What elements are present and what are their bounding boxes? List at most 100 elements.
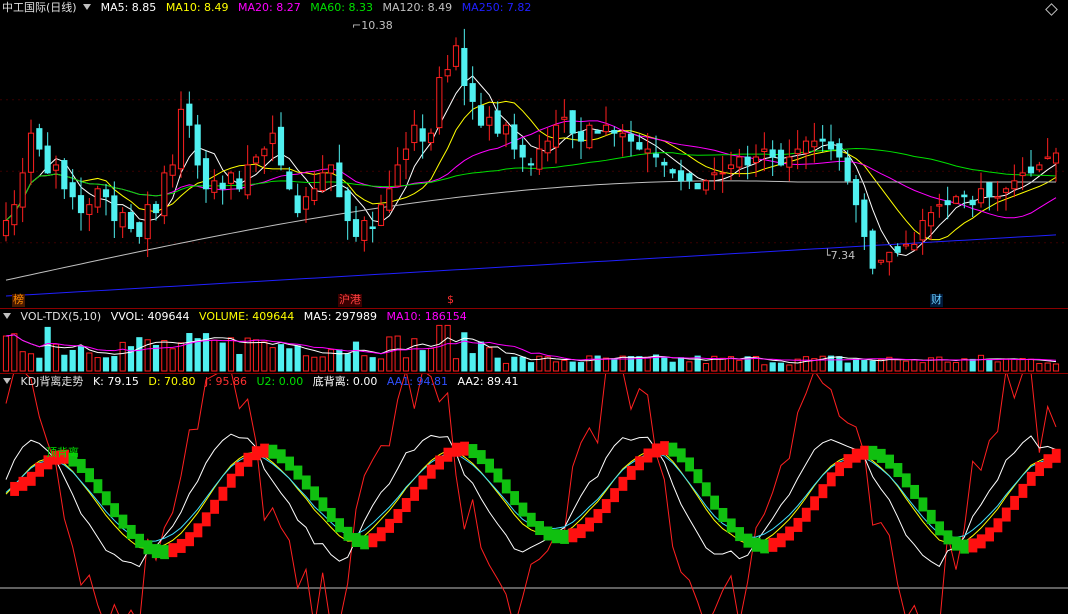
volume-bar (669, 361, 676, 372)
candle-body (694, 182, 701, 190)
candlestick-chart[interactable] (0, 0, 1068, 308)
trend-step-up (193, 523, 203, 538)
candle-body (277, 126, 285, 166)
stock-title: 中工国际(日线) (2, 1, 77, 14)
volume-bar (536, 355, 543, 372)
volume-bar (769, 362, 776, 372)
candle-body (802, 140, 810, 154)
trend-step-up (410, 486, 419, 501)
candle-body (836, 143, 843, 158)
trend-step-up (568, 528, 578, 543)
trend-step-up (18, 476, 28, 491)
trend-step-down (760, 539, 769, 554)
volume-bar (177, 342, 185, 372)
kdj-chart[interactable] (0, 374, 1068, 614)
volume-bar (844, 362, 851, 372)
trend-step-down (135, 533, 144, 548)
trend-step-down (710, 495, 719, 510)
event-tag-bang[interactable]: 榜 (12, 294, 25, 307)
candle-body (661, 161, 668, 166)
volume-bar (469, 353, 476, 372)
volume-bar (302, 355, 310, 372)
candle-body (2, 220, 10, 237)
candle (277, 112, 285, 171)
candle (561, 99, 568, 133)
candle (394, 147, 401, 187)
trend-step-up (785, 526, 794, 541)
candle (1036, 161, 1043, 173)
candle-body (486, 116, 493, 126)
volume-bar (586, 355, 593, 372)
trend-step-up (435, 455, 444, 470)
trend-step-down (518, 502, 528, 517)
chevron-down-icon[interactable] (83, 4, 92, 10)
volume-bar (369, 357, 376, 372)
candle (361, 216, 368, 252)
candle (869, 228, 876, 275)
candle (2, 202, 10, 242)
candle (852, 174, 860, 223)
candle-body (561, 116, 568, 120)
trend-step-down (85, 468, 94, 483)
candle (1019, 157, 1026, 191)
candle (11, 190, 18, 236)
trend-step-up (818, 484, 828, 499)
k-label: K: 79.15 (92, 375, 139, 388)
volume-panel: VOL-TDX(5,10) VVOL: 409644 VOLUME: 40964… (0, 309, 1068, 373)
event-tag-cai[interactable]: 财 (930, 294, 943, 307)
candle (794, 130, 801, 170)
kdj-panel: KDJ背离走势 K: 79.15 D: 70.80 J: 95.86 U2: 0… (0, 374, 1068, 614)
candle (711, 157, 718, 190)
volume-bar (436, 324, 443, 372)
trend-step-down (510, 491, 519, 506)
volume-bar (644, 356, 651, 372)
candle (202, 150, 210, 203)
candle-body (377, 204, 385, 226)
candle-body (161, 172, 168, 217)
volume-bar (552, 361, 560, 372)
j-line (5, 374, 1057, 614)
volume-bar (102, 357, 110, 372)
price-panel: 中工国际(日线) MA5: 8.85 MA10: 8.49 MA20: 8.27… (0, 0, 1068, 308)
volume-bar (619, 355, 626, 372)
volume-bar (1027, 358, 1035, 372)
candle (252, 154, 260, 173)
candle-body (519, 144, 526, 158)
candle-body (252, 156, 260, 164)
volume-bar (386, 336, 393, 372)
volume-bar (902, 360, 910, 372)
volume-bar (377, 358, 385, 372)
volume-bar (852, 358, 860, 372)
candle (486, 106, 493, 141)
candle (944, 186, 951, 220)
candle (169, 154, 176, 188)
event-tag-hugang[interactable]: 沪港 (338, 294, 362, 307)
candle-body (1002, 188, 1010, 193)
candle (611, 126, 618, 147)
candle (652, 135, 660, 168)
candle (236, 170, 243, 192)
trend-step-down (310, 486, 319, 501)
trend-step-up (251, 446, 261, 461)
candle (569, 110, 576, 149)
candle-body (494, 110, 501, 134)
candle-body (119, 212, 126, 228)
candle (136, 221, 143, 244)
trend-step-down (326, 507, 336, 522)
trend-step-up (1010, 495, 1019, 510)
trend-step-down (293, 465, 303, 480)
volume-bar (786, 364, 793, 372)
candle-body (786, 156, 793, 168)
candle-body (102, 189, 110, 198)
candle (402, 131, 410, 180)
chevron-down-icon[interactable] (3, 378, 11, 384)
candle-body (327, 164, 335, 174)
candle-body (736, 156, 743, 168)
event-tag-dollar[interactable]: $ (446, 294, 455, 307)
candle (119, 207, 126, 239)
candle-body (461, 47, 468, 86)
volume-bar (186, 333, 193, 372)
j-label: J: 95.86 (205, 375, 247, 388)
trend-step-down (160, 545, 169, 560)
chevron-down-icon[interactable] (3, 313, 11, 319)
